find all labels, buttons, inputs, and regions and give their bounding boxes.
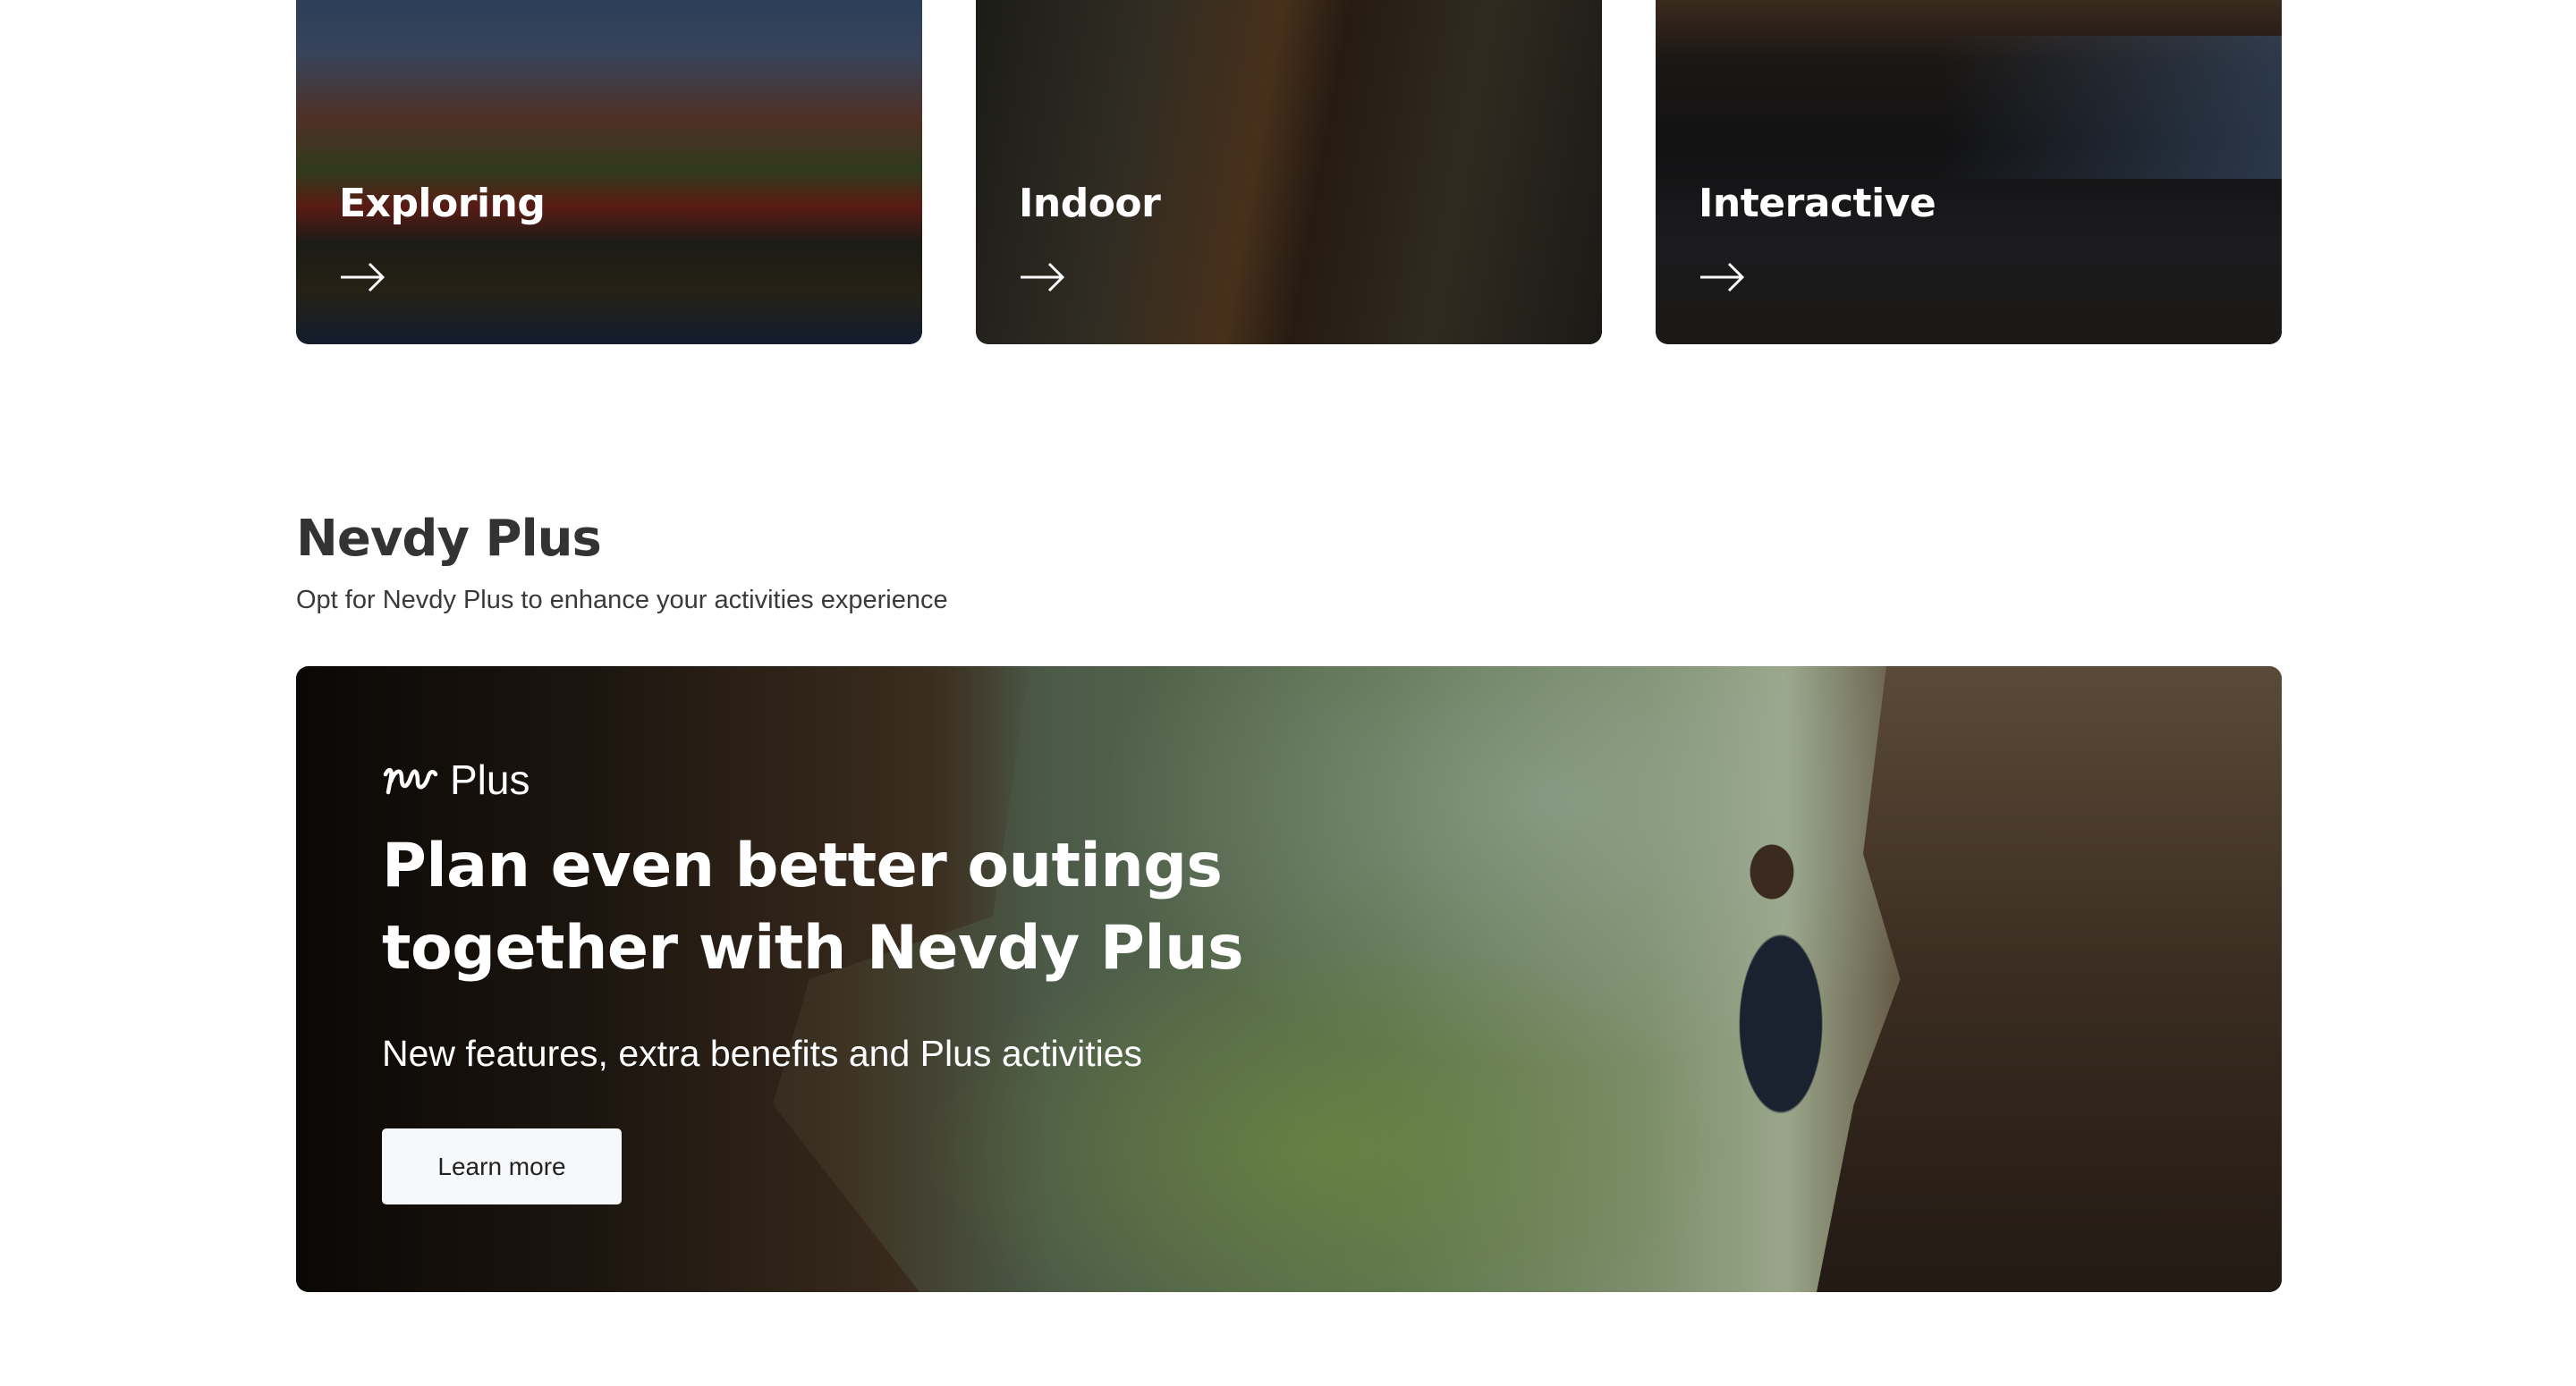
nevdy-logo-icon (383, 767, 438, 795)
logo-text: Plus (450, 756, 530, 803)
card-label: Interactive (1699, 181, 1936, 226)
category-card-exploring[interactable]: Exploring (296, 0, 922, 344)
headline-line: together with Nevdy Plus (382, 913, 1244, 984)
section-subtitle: Opt for Nevdy Plus to enhance your activ… (296, 586, 948, 614)
arrow-right-icon (1700, 262, 1745, 292)
card-label: Indoor (1019, 181, 1161, 226)
arrow-right-icon (1021, 262, 1065, 292)
section-title: Nevdy Plus (296, 510, 602, 568)
banner-headline: Plan even better outings together with N… (382, 825, 1244, 990)
headline-line: Plan even better outings (382, 831, 1223, 901)
learn-more-button[interactable]: Learn more (382, 1128, 622, 1204)
category-card-interactive[interactable]: Interactive (1656, 0, 2282, 344)
category-card-indoor[interactable]: Indoor (976, 0, 1602, 344)
plus-banner: Plus Plan even better outings together w… (296, 666, 2282, 1292)
card-label: Exploring (339, 181, 546, 226)
arrow-right-icon (341, 262, 386, 292)
banner-image (1817, 666, 2282, 1292)
plus-logo: Plus (382, 756, 530, 804)
banner-description: New features, extra benefits and Plus ac… (382, 1033, 1143, 1074)
